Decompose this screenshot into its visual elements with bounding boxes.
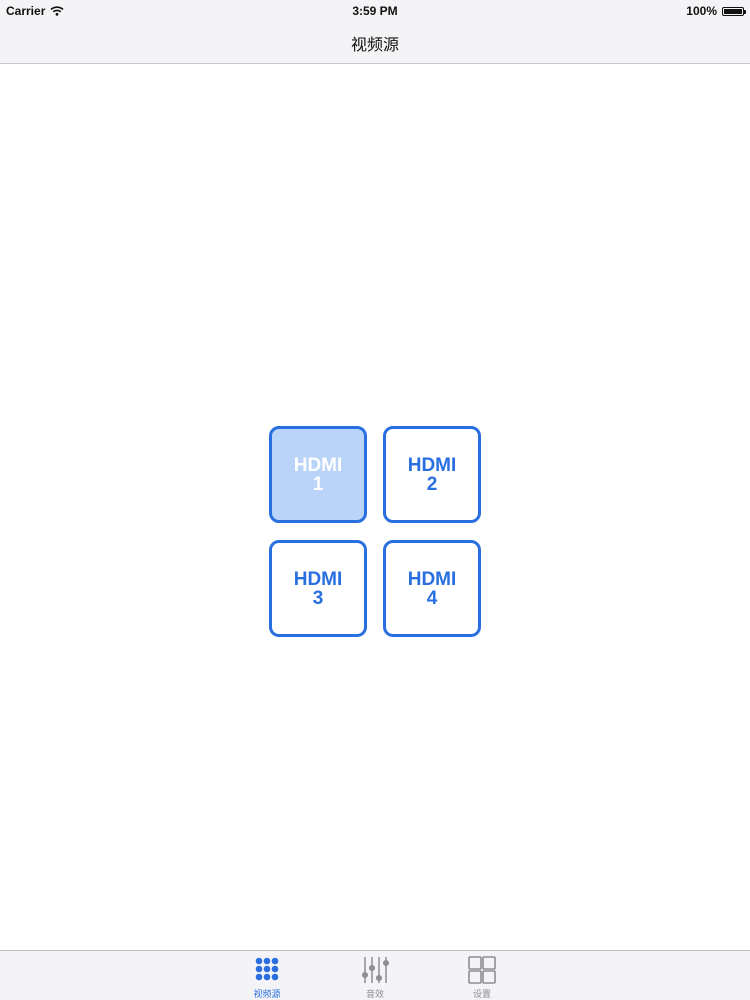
four-squares-icon [468,956,496,984]
tile-label-line1: HDMI [407,568,457,590]
hdmi-2-button[interactable]: HDMI 2 [383,426,481,523]
hdmi-4-button[interactable]: HDMI 4 [383,540,481,637]
tab-settings[interactable]: 设置 [452,955,512,1000]
tile-label-line2: 3 [312,587,324,609]
page-title: 视频源 [350,35,399,54]
tab-label: 设置 [472,990,491,1000]
tile-label-line1: HDMI [407,454,457,476]
battery-percent: 100% [686,4,717,18]
hdmi-1-button[interactable]: HDMI 1 [269,426,367,523]
tile-label-line2: 1 [312,473,324,495]
navigation-bar: 视频源 [0,22,750,64]
tile-label-line1: HDMI [293,454,343,476]
equalizer-sliders-icon [361,957,390,983]
hdmi-3-button[interactable]: HDMI 3 [269,540,367,637]
battery-icon [722,6,746,16]
battery-level [724,8,742,14]
tab-video-source[interactable]: 视频源 [237,955,297,1000]
tab-label: 视频源 [253,990,281,1000]
tile-label-line1: HDMI [293,568,343,590]
app-screen: Carrier 3:59 PM 100% 视频源 HDMI 1 HDMI 2 H… [0,0,750,1000]
tab-bar: 视频源 音效 设置 [0,950,750,1000]
video-source-grid: HDMI 1 HDMI 2 HDMI 3 HDMI 4 [269,426,481,637]
tile-label-line2: 4 [426,587,438,609]
status-right: 100% [686,4,746,18]
tab-label: 音效 [365,990,384,1000]
tile-label-line2: 2 [426,473,438,495]
tab-sound-effects[interactable]: 音效 [345,955,405,1000]
grid-dots-icon [255,957,279,981]
status-time: 3:59 PM [352,4,398,18]
status-bar: Carrier 3:59 PM 100% [0,0,750,22]
